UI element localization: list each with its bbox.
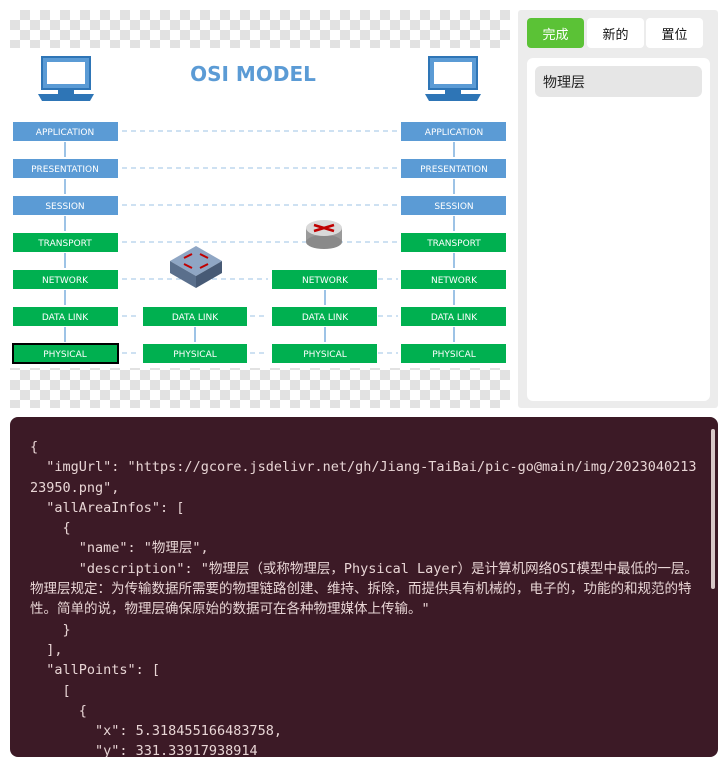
layer-label: APPLICATION [425,128,483,138]
layer-label: PRESENTATION [31,165,99,175]
layer-label: DATA LINK [302,313,349,323]
layer-label: PHYSICAL [173,350,217,360]
scrollbar-thumb[interactable] [711,429,715,589]
layer-label: NETWORK [302,276,349,286]
router-icon [306,220,342,249]
layer-label: PHYSICAL [303,350,347,360]
router-stack: NETWORK DATA LINK PHYSICAL [272,270,377,363]
layer-label: DATA LINK [42,313,89,323]
layer-label: DATA LINK [431,313,478,323]
layer-label: NETWORK [42,276,89,286]
computer-icon-right [425,56,481,101]
left-stack: APPLICATION PRESENTATION SESSION TRANSPO… [12,122,119,364]
done-button[interactable]: 完成 [527,18,584,48]
layer-label: TRANSPORT [37,239,92,249]
new-button[interactable]: 新的 [587,18,644,48]
layer-label: PHYSICAL [432,350,476,360]
right-stack: APPLICATION PRESENTATION SESSION TRANSPO… [401,122,506,363]
layer-label: NETWORK [431,276,478,286]
layer-label: SESSION [45,202,84,212]
area-list-item[interactable]: 物理层 [535,66,702,97]
diagram-title: OSI MODEL [190,62,316,86]
json-text[interactable]: { "imgUrl": "https://gcore.jsdelivr.net/… [30,437,700,757]
json-output-panel[interactable]: { "imgUrl": "https://gcore.jsdelivr.net/… [10,417,718,757]
reset-button[interactable]: 置位 [646,18,703,48]
layer-label: PRESENTATION [420,165,488,175]
area-list: 物理层 [527,58,710,401]
layer-label: SESSION [434,202,473,212]
layer-label: PHYSICAL [43,350,87,360]
layer-label: APPLICATION [36,128,94,138]
layer-label: DATA LINK [172,313,219,323]
computer-icon-left [38,56,94,101]
osi-diagram: OSI MODEL APPLICATION PRESENTATION SESSI… [12,56,506,364]
switch-icon [170,246,222,288]
side-panel: 完成 新的 置位 物理层 [518,10,718,408]
layer-label: TRANSPORT [426,239,481,249]
